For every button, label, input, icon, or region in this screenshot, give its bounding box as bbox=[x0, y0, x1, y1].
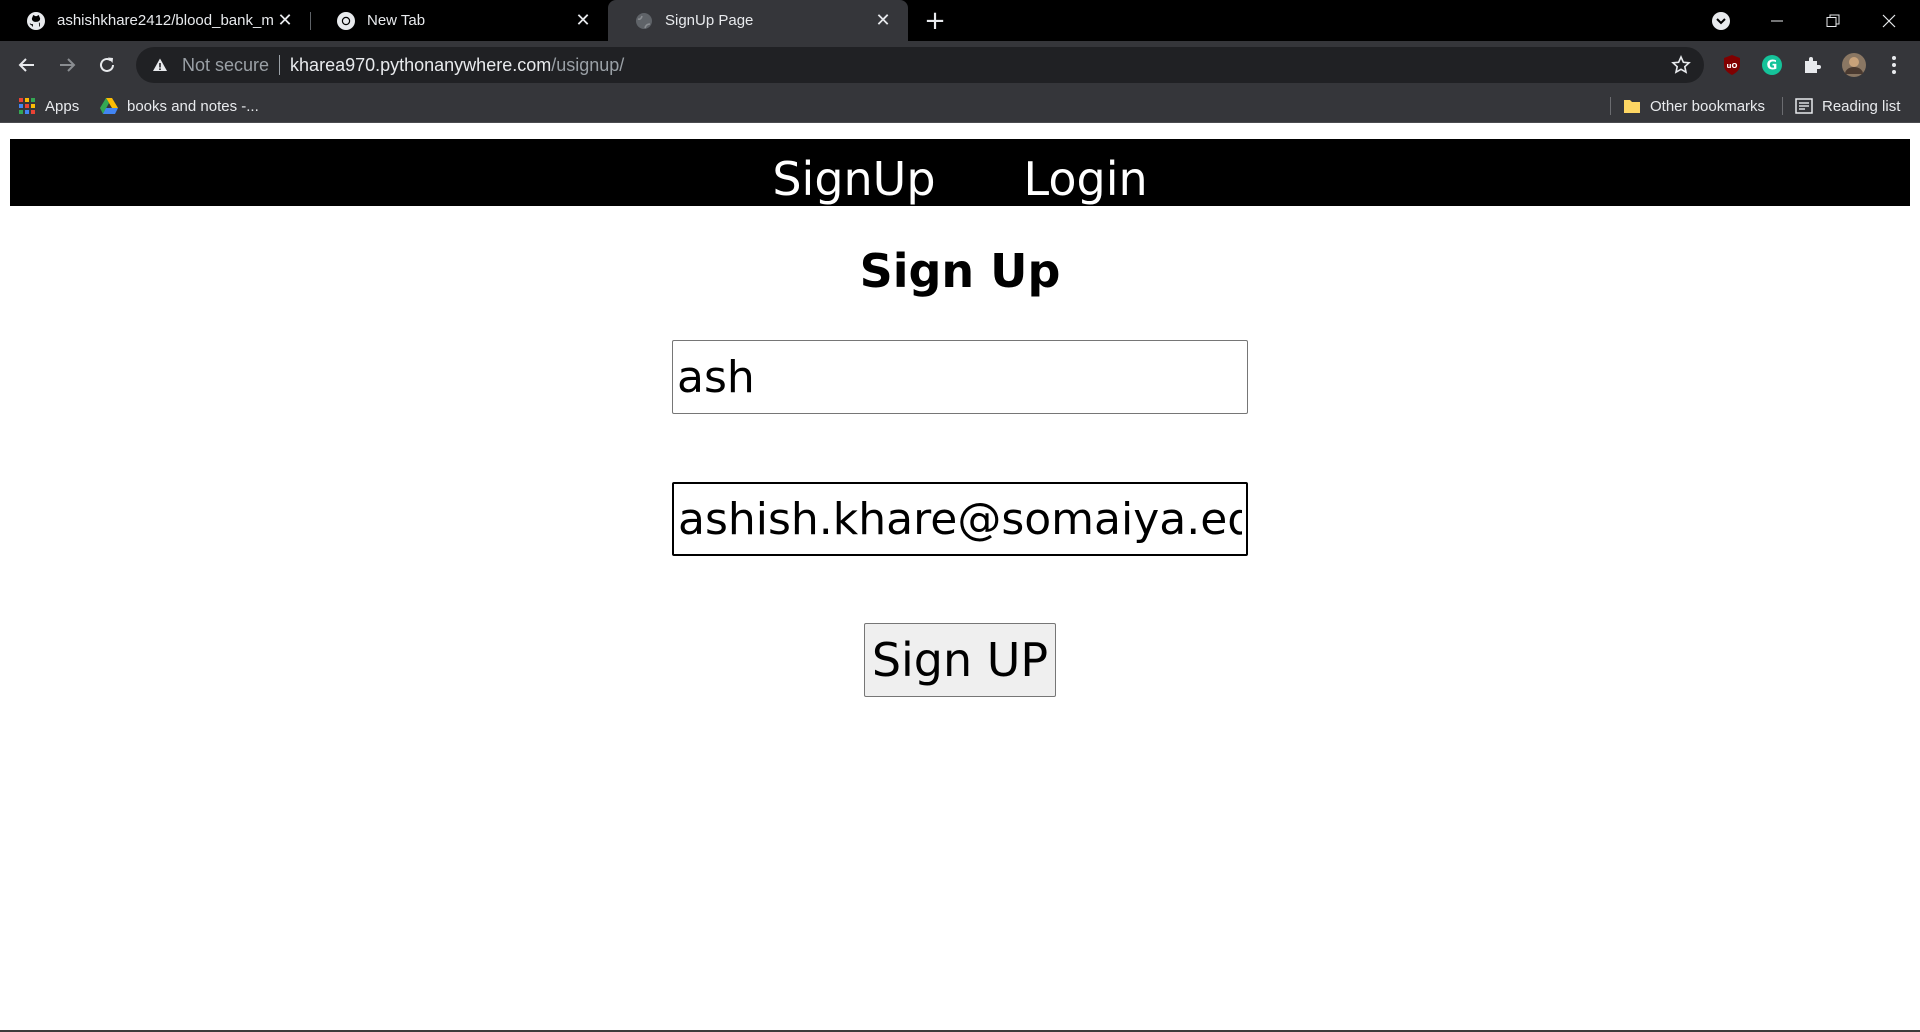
close-window-button[interactable] bbox=[1866, 0, 1912, 41]
minimize-button[interactable] bbox=[1754, 0, 1800, 41]
svg-text:uO: uO bbox=[1727, 62, 1738, 70]
folder-icon bbox=[1623, 97, 1641, 115]
page-title: Sign Up bbox=[859, 244, 1061, 298]
reading-list-icon bbox=[1795, 97, 1813, 115]
nav-link-signup[interactable]: SignUp bbox=[772, 152, 935, 206]
browser-toolbar: Not secure kharea970.pythonanywhere.com /… bbox=[0, 41, 1920, 89]
extensions-puzzle-icon[interactable] bbox=[1800, 53, 1824, 77]
grammarly-icon[interactable]: G bbox=[1760, 53, 1784, 77]
reading-list-button[interactable]: Reading list bbox=[1795, 89, 1900, 123]
ublock-origin-icon[interactable]: uO bbox=[1720, 53, 1744, 77]
warning-icon[interactable] bbox=[150, 55, 170, 75]
bookmark-books-and-notes[interactable]: books and notes -... bbox=[100, 89, 259, 123]
email-field[interactable] bbox=[672, 482, 1248, 556]
svg-text:G: G bbox=[1767, 59, 1778, 74]
bookmark-label: books and notes -... bbox=[127, 97, 259, 115]
menu-kebab-icon[interactable] bbox=[1882, 53, 1906, 77]
url-path: /usignup/ bbox=[551, 54, 625, 75]
site-navbar: SignUp Login bbox=[10, 139, 1910, 206]
apps-grid-icon bbox=[18, 97, 36, 115]
close-icon[interactable]: ✕ bbox=[572, 10, 594, 32]
username-field[interactable] bbox=[672, 340, 1248, 414]
tab-strip: ashishkhare2412/blood_bank_ma ✕ New Tab … bbox=[0, 0, 1920, 41]
close-icon bbox=[1882, 14, 1896, 27]
page-content: SignUp Login Sign Up Sign UP bbox=[0, 124, 1920, 1032]
tab-title: New Tab bbox=[367, 12, 426, 29]
bookmark-other-bookmarks[interactable]: Other bookmarks bbox=[1623, 89, 1765, 123]
chevron-down-icon bbox=[1712, 11, 1730, 30]
close-icon[interactable]: ✕ bbox=[274, 10, 296, 32]
star-icon[interactable] bbox=[1670, 54, 1692, 76]
globe-icon bbox=[633, 10, 655, 32]
bookmarks-bar: Apps books and notes -... Other bookmark… bbox=[0, 89, 1920, 123]
bookmark-label: Other bookmarks bbox=[1650, 97, 1766, 115]
forward-button[interactable] bbox=[52, 50, 82, 80]
arrow-right-icon bbox=[60, 58, 76, 72]
divider bbox=[1610, 97, 1611, 115]
back-button[interactable] bbox=[12, 50, 42, 80]
profile-avatar[interactable] bbox=[1840, 51, 1868, 79]
github-icon bbox=[25, 10, 47, 32]
nav-link-login[interactable]: Login bbox=[1024, 152, 1148, 206]
url-host: kharea970.pythonanywhere.com bbox=[290, 54, 552, 75]
chrome-icon bbox=[335, 10, 357, 32]
tab-title: SignUp Page bbox=[665, 12, 754, 29]
bookmark-label: Apps bbox=[45, 97, 80, 115]
sign-up-button[interactable]: Sign UP bbox=[864, 623, 1056, 697]
divider bbox=[279, 55, 281, 75]
security-label[interactable]: Not secure bbox=[182, 55, 269, 76]
restore-button[interactable] bbox=[1810, 0, 1856, 41]
google-drive-icon bbox=[100, 97, 118, 115]
tab-signup-page[interactable]: SignUp Page ✕ bbox=[608, 0, 908, 41]
address-bar[interactable]: Not secure kharea970.pythonanywhere.com /… bbox=[136, 47, 1704, 83]
bookmark-label: Reading list bbox=[1822, 97, 1901, 115]
minimize-icon bbox=[1771, 20, 1783, 21]
tab-github[interactable]: ashishkhare2412/blood_bank_ma ✕ bbox=[0, 0, 310, 41]
reload-button[interactable] bbox=[92, 50, 122, 80]
arrow-left-icon bbox=[18, 58, 34, 72]
restore-icon bbox=[1826, 14, 1840, 27]
reload-icon bbox=[100, 57, 114, 72]
tab-search-button[interactable] bbox=[1698, 0, 1744, 41]
bookmark-apps[interactable]: Apps bbox=[18, 89, 79, 123]
divider bbox=[1782, 97, 1783, 115]
tab-title: ashishkhare2412/blood_bank_ma bbox=[57, 12, 274, 29]
new-tab-button[interactable]: + bbox=[922, 8, 948, 34]
tab-new-tab[interactable]: New Tab ✕ bbox=[310, 0, 608, 41]
close-icon[interactable]: ✕ bbox=[872, 10, 894, 32]
